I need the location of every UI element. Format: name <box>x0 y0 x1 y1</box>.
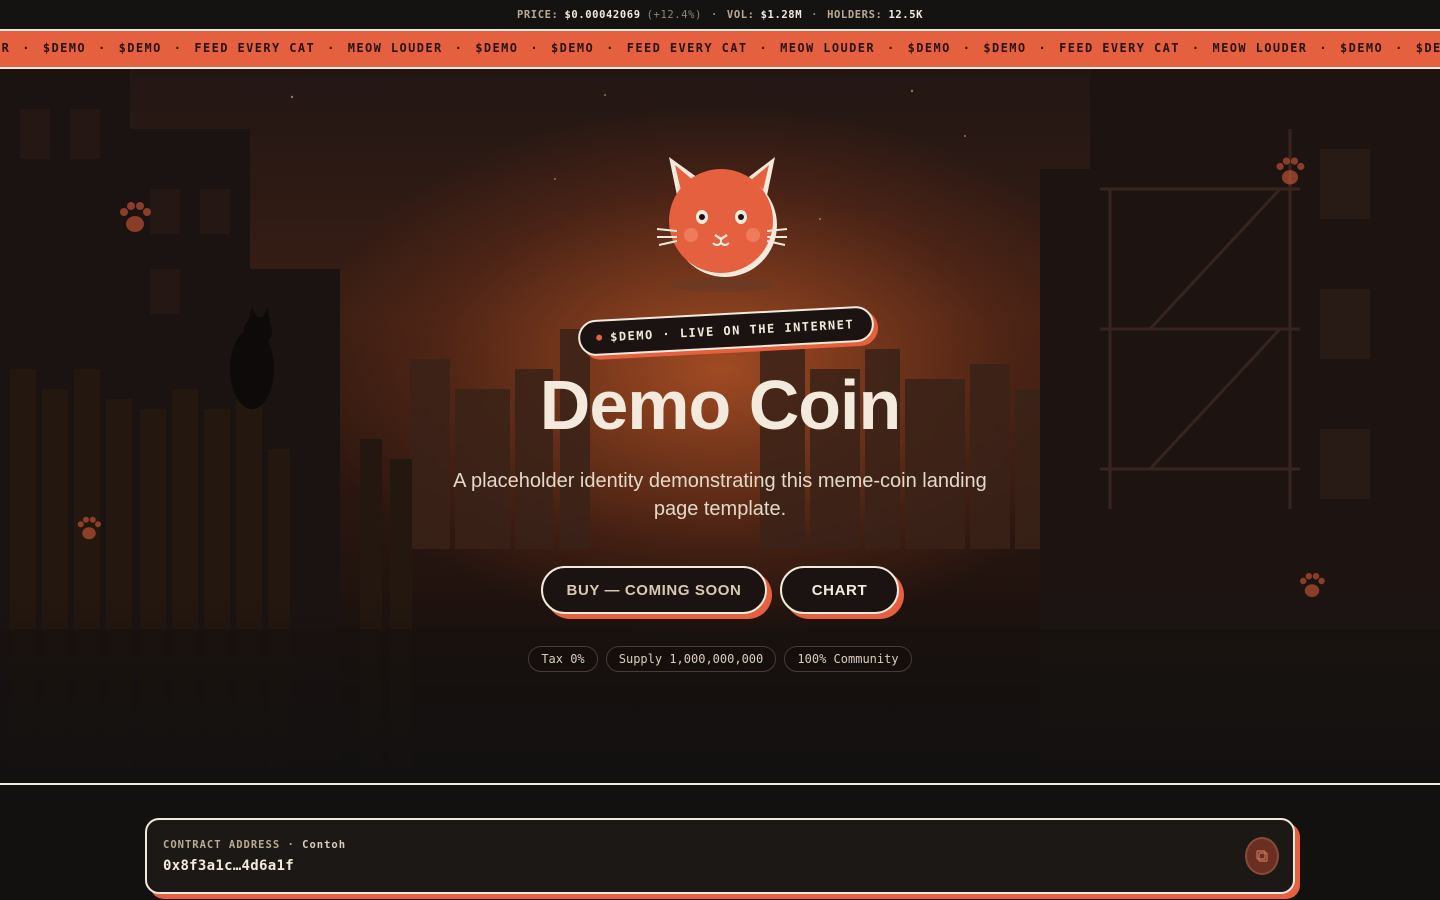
marquee-separator: · <box>1319 41 1328 55</box>
marquee-item: $DEMO <box>1415 41 1440 55</box>
separator: · <box>811 8 819 21</box>
copy-address-button[interactable] <box>1245 837 1279 875</box>
marquee-item: FEED EVERY CAT <box>626 41 748 55</box>
marquee-item: $DEMO <box>983 41 1027 55</box>
hero-section: $DEMO · LIVE ON THE INTERNET Demo Coin A… <box>0 69 1440 785</box>
marquee-item: MEOW LOUDER <box>1212 41 1308 55</box>
volume-label: VOL: <box>726 8 755 21</box>
marquee-item: $DEMO <box>118 41 162 55</box>
marquee-item: $DEMO <box>1340 41 1384 55</box>
buy-button[interactable]: BUY — COMING SOON <box>541 566 767 614</box>
marquee-separator: · <box>454 41 464 55</box>
page-subtitle: A placeholder identity demonstrating thi… <box>453 470 987 520</box>
marquee-separator: · <box>327 41 336 55</box>
price-label: PRICE: <box>516 8 559 21</box>
badge-text: $DEMO · LIVE ON THE INTERNET <box>609 317 855 345</box>
separator: · <box>287 839 295 851</box>
price-value: $0.00042069 <box>564 8 641 21</box>
marquee-separator: · <box>98 41 107 55</box>
marquee-separator: · <box>22 41 31 55</box>
marquee-item: FEED EVERY CAT <box>194 41 316 55</box>
paw-print-icon <box>1300 573 1325 597</box>
marquee-banner: ER · $DEMO · $DEMO · FEED EVERY CAT · MEOW LOUDE… <box>0 29 1440 69</box>
paw-print-icon <box>120 202 151 232</box>
chart-button[interactable]: CHART <box>780 566 899 614</box>
copy-icon <box>1256 850 1268 862</box>
marquee-separator: · <box>173 41 183 55</box>
contract-label-row: CONTRACT ADDRESS · Contoh <box>163 839 346 851</box>
marquee-separator: · <box>1191 41 1201 55</box>
marquee-separator: · <box>962 41 972 55</box>
community-chip: 100% Community <box>784 646 912 672</box>
contract-brand: Contoh <box>302 839 347 851</box>
live-dot-icon <box>596 334 603 341</box>
marquee-separator: · <box>887 41 896 55</box>
marquee-track: ER · $DEMO · $DEMO · FEED EVERY CAT · MEOW LOUDE… <box>0 41 1440 55</box>
cat-logo-icon <box>656 157 788 292</box>
marquee-separator: · <box>530 41 539 55</box>
holders-label: HOLDERS: <box>827 8 883 21</box>
marquee-item: $DEMO <box>551 41 595 55</box>
holders-value: 12.5K <box>888 8 924 21</box>
supply-chip: Supply 1,000,000,000 <box>606 646 776 672</box>
marquee-separator: · <box>606 41 615 55</box>
paw-print-icon <box>1276 157 1305 185</box>
marquee-item: $DEMO <box>907 41 951 55</box>
marquee-item: $DEMO <box>475 41 519 55</box>
price-change: (+12.4%) <box>646 8 702 21</box>
contract-address-value[interactable]: 0x8f3a1c…4d6a1f <box>163 858 294 874</box>
marquee-item: ER <box>0 41 11 55</box>
marquee-item: MEOW LOUDER <box>347 41 443 55</box>
marquee-item: MEOW LOUDER <box>780 41 875 55</box>
tax-chip: Tax 0% <box>528 646 598 672</box>
contract-label: CONTRACT ADDRESS <box>163 839 281 851</box>
volume-value: $1.28M <box>760 8 803 21</box>
marquee-separator: · <box>1038 41 1048 55</box>
separator: · <box>711 8 718 21</box>
marquee-separator: · <box>1395 41 1404 55</box>
page-title: Demo Coin <box>539 366 901 444</box>
contract-address-card: CONTRACT ADDRESS · Contoh 0x8f3a1c…4d6a1… <box>145 818 1295 894</box>
paw-print-icon <box>77 516 101 540</box>
price-ticker-bar: PRICE: $0.00042069 (+12.4%) · VOL: $1.28… <box>0 0 1440 29</box>
marquee-item: $DEMO <box>42 41 86 55</box>
marquee-item: FEED EVERY CAT <box>1059 41 1180 55</box>
marquee-separator: · <box>759 41 769 55</box>
